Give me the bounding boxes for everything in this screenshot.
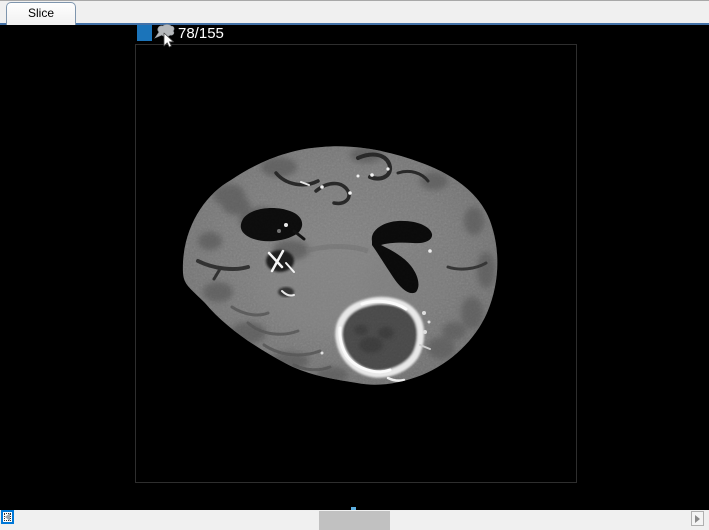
- tab-bar: [0, 0, 709, 23]
- slice-view-color-swatch: [137, 25, 152, 41]
- mri-slice-image[interactable]: [136, 45, 576, 482]
- app-window: Slice 78/155: [0, 0, 709, 530]
- slice-render-area: [135, 44, 577, 483]
- slice-scrollbar-track[interactable]: [0, 510, 709, 530]
- pin-button[interactable]: [152, 23, 178, 49]
- tab-pane-border: [0, 23, 709, 25]
- pin-icon: [154, 24, 175, 48]
- scrollbar-right-button[interactable]: [691, 511, 704, 526]
- slice-counter: 78/155: [178, 25, 224, 42]
- tab-slice[interactable]: Slice: [6, 2, 76, 25]
- right-arrow-icon: [695, 514, 700, 523]
- tab-slice-label: Slice: [27, 6, 54, 20]
- scrollbar-thumb[interactable]: [319, 511, 390, 530]
- scrollbar-left-button[interactable]: [1, 510, 14, 524]
- left-arrow-icon: [5, 513, 10, 521]
